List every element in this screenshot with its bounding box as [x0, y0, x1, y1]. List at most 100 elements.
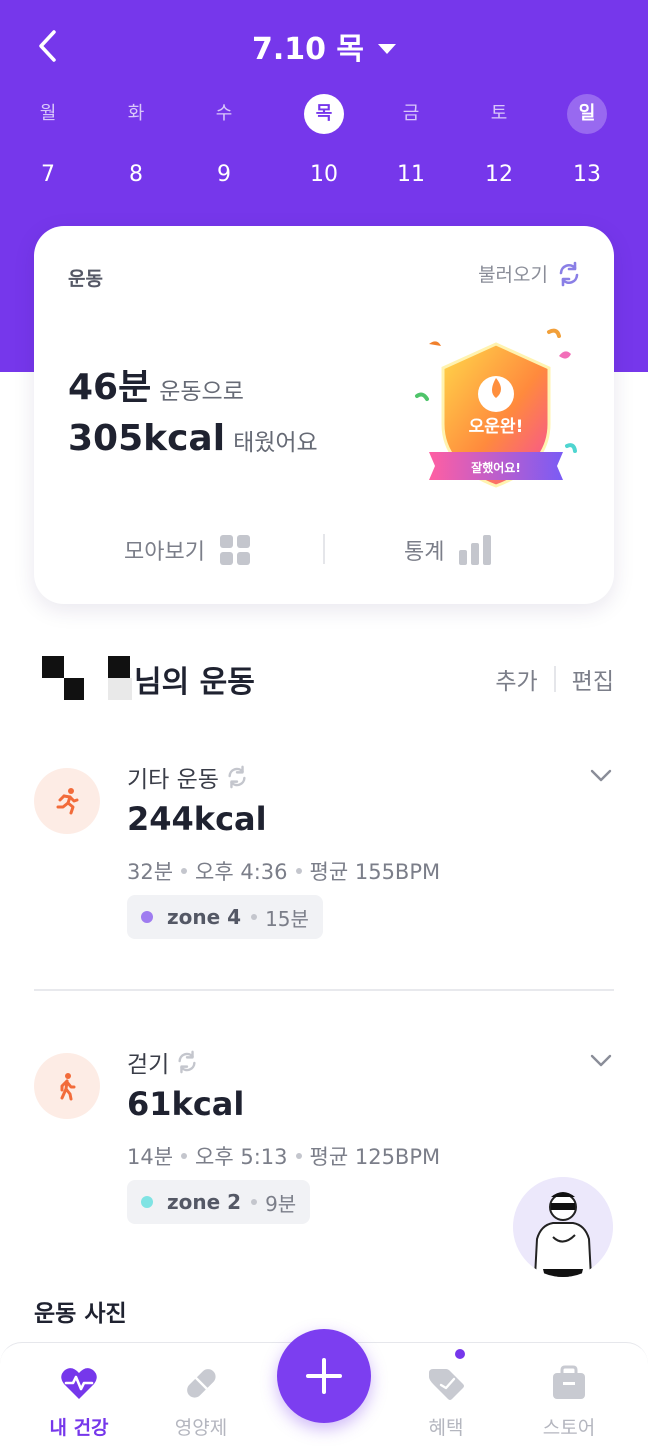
heart-zone-chip: zone 2 9분 [127, 1180, 311, 1224]
badge-title: 오운완! [469, 417, 524, 437]
heart-zone-chip: zone 4 15분 [127, 895, 323, 939]
workout-time: 오후 4:36 [195, 860, 288, 884]
walking-icon [60, 1073, 76, 1101]
gallery-label: 모아보기 [124, 540, 205, 565]
day-tue[interactable]: 화 8 [105, 92, 167, 202]
workout-name: 기타 운동 [127, 760, 249, 794]
tab-benefits[interactable]: 혜택 [391, 1343, 501, 1446]
tab-label: 내 건강 [49, 1417, 109, 1439]
chevron-down-icon[interactable] [588, 762, 614, 788]
load-button[interactable]: 불러오기 [478, 260, 582, 287]
day-sun[interactable]: 일 13 [556, 92, 618, 202]
stats-button[interactable]: 통계 [404, 522, 494, 578]
meta-separator [181, 1153, 188, 1159]
day-number: 13 [573, 162, 601, 187]
day-wed[interactable]: 수 9 [193, 92, 255, 202]
minutes-value: 46분 [68, 367, 152, 408]
workout-name-text: 걷기 [127, 1052, 170, 1078]
date-title-text: 7.10 목 [251, 32, 365, 67]
workout-photos-title: 운동 사진 [34, 1301, 127, 1327]
sync-icon [559, 261, 579, 286]
workout-meta: 32분 오후 4:36 평균 155BPM [127, 856, 440, 886]
tab-my-health[interactable]: 내 건강 [24, 1343, 134, 1446]
gallery-button[interactable]: 모아보기 [124, 522, 251, 578]
tab-label: 스토어 [542, 1417, 596, 1439]
day-number: 9 [217, 162, 231, 187]
workout-icon-wrap [34, 768, 100, 834]
caret-down-icon [378, 43, 397, 54]
running-icon [56, 788, 79, 815]
top-bar: 7.10 목 [0, 0, 648, 92]
card-label: 운동 [68, 268, 103, 290]
meta-separator [295, 868, 302, 874]
day-of-week: 목 [304, 94, 344, 134]
zone-separator [251, 914, 258, 920]
coach-avatar-icon [513, 1177, 613, 1277]
load-button-label: 불러오기 [478, 264, 548, 286]
meta-separator [181, 868, 188, 874]
actions-divider [323, 534, 325, 564]
day-of-week: 월 [39, 103, 57, 124]
zone-separator [251, 1199, 258, 1205]
tab-supplements[interactable]: 영양제 [146, 1343, 256, 1446]
day-fri[interactable]: 금 11 [380, 92, 442, 202]
day-sat[interactable]: 토 12 [468, 92, 530, 202]
workout-avg-bpm: 평균 155BPM [309, 860, 441, 884]
day-of-week: 화 [127, 103, 145, 124]
tag-icon [429, 1369, 464, 1400]
day-of-week: 수 [215, 103, 233, 124]
zone-time: 15분 [265, 906, 309, 931]
meta-separator [295, 1153, 302, 1159]
bar-chart-icon [459, 535, 492, 565]
date-selector[interactable]: 7.10 목 [0, 24, 648, 68]
day-thu-selected[interactable]: 목 10 [293, 92, 355, 202]
workout-complete-badge: 오운완! 잘했어요! [415, 328, 577, 488]
zone-color-dot [141, 1196, 153, 1208]
workout-name: 걷기 [127, 1045, 199, 1079]
week-strip: 월 7 화 8 수 9 목 10 금 11 토 12 일 13 [17, 92, 631, 202]
badge-ribbon: 잘했어요! [471, 460, 521, 475]
coach-avatar-button[interactable] [513, 1177, 613, 1277]
chevron-down-icon[interactable] [588, 1047, 614, 1073]
workout-avg-bpm: 평균 125BPM [309, 1145, 441, 1169]
tab-store[interactable]: 스토어 [514, 1343, 624, 1446]
zone-color-dot [141, 911, 153, 923]
day-of-week: 금 [402, 103, 420, 124]
day-number: 11 [397, 162, 425, 187]
day-number: 10 [310, 162, 338, 187]
plus-icon [306, 1358, 342, 1394]
workout-icon-wrap [34, 1053, 100, 1119]
minutes-text: 운동으로 [159, 379, 244, 405]
zone-label: zone 2 [167, 1190, 242, 1214]
sync-icon [178, 1050, 196, 1074]
tab-label: 영양제 [174, 1417, 228, 1439]
bag-icon [553, 1365, 585, 1399]
day-number: 12 [485, 162, 513, 187]
day-of-week: 토 [490, 103, 508, 124]
workout-time: 오후 5:13 [195, 1145, 288, 1169]
edit-workouts-button[interactable]: 편집 [572, 662, 614, 696]
stats-label: 통계 [404, 540, 445, 565]
exercise-summary-card: 운동 불러오기 46분 운동으로 305kcal 태웠어요 오운완! 잘했어요!… [34, 226, 614, 604]
workouts-section-title: 님의 운동 [34, 654, 255, 704]
workout-entry[interactable]: 기타 운동 244kcal 32분 오후 4:36 평균 155BPM zone 4… [34, 756, 614, 956]
workout-duration: 14분 [127, 1145, 174, 1169]
add-workout-button[interactable]: 추가 [495, 662, 537, 696]
workouts-actions: 추가 편집 [495, 662, 614, 696]
minutes-stat: 46분 운동으로 [68, 358, 244, 410]
day-mon[interactable]: 월 7 [17, 92, 79, 202]
zone-label: zone 4 [167, 905, 242, 929]
actions-separator [553, 666, 556, 692]
pill-icon [187, 1369, 216, 1398]
tab-label: 혜택 [428, 1417, 464, 1439]
grid-icon [219, 535, 250, 565]
kcal-text: 태웠어요 [233, 430, 318, 456]
add-fab-button[interactable] [277, 1329, 371, 1423]
heart-pulse-icon [61, 1368, 97, 1399]
workout-meta: 14분 오후 5:13 평균 125BPM [127, 1141, 440, 1171]
workout-name-text: 기타 운동 [127, 767, 219, 793]
card-actions: 모아보기 통계 [34, 522, 614, 578]
kcal-stat: 305kcal 태웠어요 [68, 418, 318, 459]
redacted-username [42, 656, 132, 700]
workout-kcal: 61kcal [127, 1085, 245, 1123]
